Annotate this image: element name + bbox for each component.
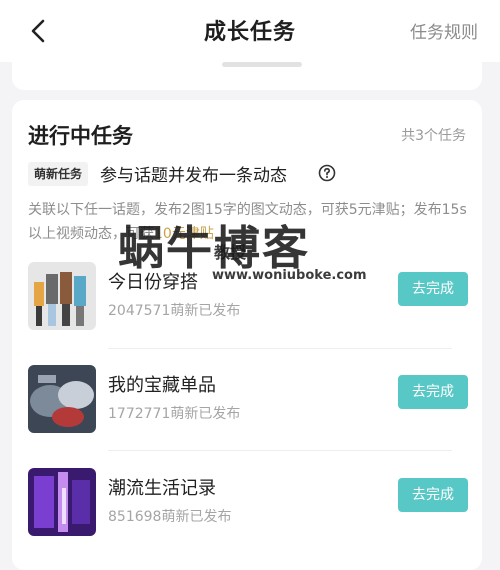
topic-item[interactable]: 今日份穿搭 2047571萌新已发布 去完成 [28,262,468,332]
divider [108,348,452,349]
topic-thumbnail [28,365,96,433]
topic-thumbnail [28,468,96,536]
go-complete-button[interactable]: 去完成 [398,272,468,306]
topic-publish-count: 851698萌新已发布 [108,509,232,525]
truncated-content [222,62,302,67]
go-complete-button[interactable]: 去完成 [398,478,468,512]
topic-title: 潮流生活记录 [108,478,216,499]
topic-item[interactable]: 我的宝藏单品 1772771萌新已发布 去完成 [28,365,468,435]
divider [108,450,452,451]
task-count: 共3个任务 [401,128,466,144]
task-description-text: 关联以下任一话题，发布2图15字的图文动态，可获5元津贴；发布15s以上视频动态… [28,202,467,242]
help-icon[interactable] [318,164,336,182]
previous-card-edge [12,62,482,90]
topic-item[interactable]: 潮流生活记录 851698萌新已发布 去完成 [28,468,468,538]
task-name: 参与话题并发布一条动态 [100,166,287,186]
active-tasks-card: 进行中任务 共3个任务 萌新任务 参与话题并发布一条动态 关联以下任一话题，发布… [12,100,482,570]
newbie-task-badge: 萌新任务 [28,162,89,186]
topic-title: 我的宝藏单品 [108,375,216,396]
reward-highlight: 10元津贴 [154,226,214,242]
topic-publish-count: 1772771萌新已发布 [108,406,241,422]
go-complete-button[interactable]: 去完成 [398,375,468,409]
topic-publish-count: 2047571萌新已发布 [108,303,241,319]
section-title: 进行中任务 [28,124,133,148]
task-rules-link[interactable]: 任务规则 [410,18,478,43]
topic-thumbnail [28,262,96,330]
topic-title: 今日份穿搭 [108,272,198,293]
task-description: 关联以下任一话题，发布2图15字的图文动态，可获5元津贴；发布15s以上视频动态… [28,198,468,246]
nav-bar: 成长任务 任务规则 [0,0,500,62]
